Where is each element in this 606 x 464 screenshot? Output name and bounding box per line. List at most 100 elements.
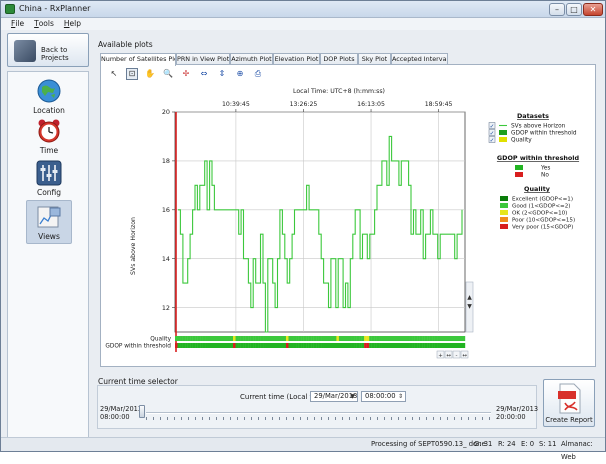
quality-bar-segment bbox=[293, 336, 297, 341]
quality-bar-segment bbox=[268, 336, 272, 341]
gdop-bar-segment bbox=[457, 343, 461, 348]
quality-bar-segment bbox=[187, 336, 191, 341]
quality-bar-segment bbox=[323, 336, 327, 341]
gdop-bar-segment bbox=[427, 343, 430, 348]
legend-swatch bbox=[515, 165, 523, 170]
gdop-bar-segment bbox=[424, 343, 428, 348]
minimize-button[interactable]: – bbox=[549, 3, 565, 16]
gdop-bar-segment bbox=[396, 343, 400, 348]
y-tick-label: 16 bbox=[162, 206, 170, 214]
chevron-down-icon[interactable]: ▼ bbox=[350, 392, 355, 401]
time-slider-track[interactable] bbox=[146, 412, 491, 414]
quality-bar-segment bbox=[210, 336, 214, 341]
back-to-projects-button[interactable]: Back to Projects bbox=[7, 33, 89, 67]
gdop-bar-segment bbox=[429, 343, 433, 348]
gdop-bar-segment bbox=[323, 343, 327, 348]
gdop-bar-segment bbox=[321, 343, 324, 348]
legend-quality-title: Quality bbox=[524, 185, 551, 193]
quality-bar-segment bbox=[207, 336, 211, 341]
quality-bar-segment bbox=[182, 336, 186, 341]
gdop-bar-segment bbox=[185, 343, 188, 348]
status-e-count: E: 0 bbox=[521, 440, 535, 448]
gdop-bar-segment bbox=[391, 343, 395, 348]
range-start-date: 29/Mar/2013 bbox=[100, 405, 143, 413]
gdop-bar-segment bbox=[359, 343, 362, 348]
quality-bar-segment bbox=[313, 336, 317, 341]
gdop-bar-segment bbox=[313, 343, 317, 348]
gdop-bar-segment bbox=[369, 343, 372, 348]
gdop-bar-segment bbox=[361, 343, 365, 348]
time-value: 08:00:00 bbox=[365, 392, 396, 400]
maximize-button[interactable]: □ bbox=[566, 3, 582, 16]
quality-bar-segment bbox=[414, 336, 418, 341]
quality-bar-segment bbox=[422, 336, 425, 341]
gdop-bar-segment bbox=[417, 343, 420, 348]
cursor-icon[interactable]: ↖ bbox=[108, 68, 120, 80]
zoom-v-icon[interactable]: ⇕ bbox=[216, 68, 228, 80]
gdop-bar-segment bbox=[376, 343, 380, 348]
pan-hand-icon[interactable]: ✋ bbox=[144, 68, 156, 80]
y-tick-label: 12 bbox=[162, 304, 170, 312]
quality-bar-segment bbox=[444, 336, 448, 341]
legend-label: SVs above Horizon bbox=[511, 124, 566, 130]
quality-bar-segment bbox=[326, 336, 330, 341]
quality-bar-segment bbox=[417, 336, 420, 341]
quality-bar-label: Quality bbox=[150, 337, 171, 343]
close-button[interactable]: ✕ bbox=[583, 3, 603, 16]
create-report-button[interactable]: Create Report bbox=[543, 379, 595, 427]
zoom-icon[interactable]: 🔍 bbox=[162, 68, 174, 80]
gdop-bar-segment bbox=[432, 343, 435, 348]
sidebar-item-time[interactable]: Time bbox=[29, 118, 69, 155]
gdop-bar-segment bbox=[354, 343, 357, 348]
print-icon[interactable]: ⎙ bbox=[252, 68, 264, 80]
menu-tools[interactable]: Tools bbox=[29, 18, 59, 28]
quality-bar-segment bbox=[285, 336, 289, 341]
select-icon[interactable]: ⊡ bbox=[126, 68, 138, 80]
gdop-bar-segment bbox=[210, 343, 214, 348]
crosshair-icon[interactable]: ⊕ bbox=[234, 68, 246, 80]
gdop-bar-segment bbox=[409, 343, 413, 348]
gdop-bar-segment bbox=[414, 343, 418, 348]
sidebar-item-location[interactable]: Location bbox=[29, 78, 69, 115]
quality-bar-segment bbox=[190, 336, 193, 341]
quality-bar-segment bbox=[230, 336, 234, 341]
gdop-bar-segment bbox=[265, 343, 269, 348]
quality-bar-segment bbox=[270, 336, 274, 341]
satellites-chart[interactable]: Local Time: UTC+8 (h:mm:ss) SVs above Ho… bbox=[101, 81, 595, 367]
gdop-bar-segment bbox=[374, 343, 377, 348]
quality-bar-segment bbox=[338, 336, 342, 341]
gdop-bar-segment bbox=[207, 343, 211, 348]
menu-help[interactable]: Help bbox=[59, 18, 86, 28]
time-slider-handle[interactable] bbox=[139, 405, 145, 418]
plot-panel: ↖ ⊡ ✋ 🔍 ✢ ⇔ ⇕ ⊕ ⎙ Local Time: UTC+8 (h:m… bbox=[100, 64, 596, 367]
sidebar-item-views[interactable]: Views bbox=[26, 200, 72, 244]
legend-swatch bbox=[499, 130, 507, 135]
fit-all-icon[interactable]: ✢ bbox=[180, 68, 192, 80]
zoom-h-icon[interactable]: ⇔ bbox=[198, 68, 210, 80]
status-processing: Processing of SEPT0590.13_ done bbox=[371, 440, 486, 448]
tab-number-of-satellites[interactable]: Number of Satellites Plot bbox=[100, 53, 176, 66]
quality-bar-segment bbox=[404, 336, 408, 341]
menu-file[interactable]: File bbox=[1, 18, 29, 28]
gdop-bar-segment bbox=[449, 343, 453, 348]
spin-arrows-icon[interactable]: ⇕ bbox=[398, 392, 403, 401]
status-r-count: R: 24 bbox=[498, 440, 516, 448]
quality-bar-segment bbox=[238, 336, 241, 341]
gdop-bar-segment bbox=[285, 343, 289, 348]
sidebar: Back to Projects Location Time Config Vi… bbox=[7, 33, 89, 447]
gdop-bar-segment bbox=[212, 343, 216, 348]
gdop-bar-segment bbox=[331, 343, 335, 348]
quality-bar-segment bbox=[275, 336, 279, 341]
current-time-selector: Current time (Local time): 29/Mar/2013 ▼… bbox=[97, 385, 538, 429]
quality-bar-segment bbox=[376, 336, 380, 341]
gdop-bar-segment bbox=[419, 343, 423, 348]
quality-bar-segment bbox=[343, 336, 347, 341]
quality-bar-segment bbox=[361, 336, 365, 341]
gdop-bar-segment bbox=[384, 343, 388, 348]
gdop-bar-segment bbox=[270, 343, 274, 348]
sidebar-item-config[interactable]: Config bbox=[29, 160, 69, 197]
time-field[interactable]: 08:00:00 ⇕ bbox=[361, 391, 406, 402]
date-field[interactable]: 29/Mar/2013 ▼ bbox=[310, 391, 358, 402]
quality-bar-segment bbox=[220, 336, 224, 341]
status-bar: Processing of SEPT0590.13_ done G: 31 R:… bbox=[1, 437, 605, 461]
